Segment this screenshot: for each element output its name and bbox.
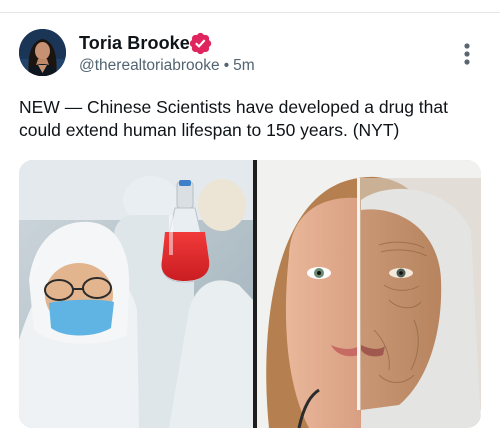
post-time[interactable]: 5m [233, 57, 255, 74]
post-image[interactable] [19, 160, 481, 428]
meta-separator: • [223, 57, 230, 74]
avatar[interactable] [19, 29, 66, 76]
verified-badge-icon [189, 32, 212, 55]
author-handle[interactable]: @therealtoriabrooke [79, 57, 220, 74]
more-options-icon[interactable] [458, 42, 476, 66]
top-divider [0, 12, 500, 13]
lab-scientist-photo [19, 160, 253, 428]
author-name[interactable]: Toria Brooke [79, 33, 190, 54]
post-meta: @therealtoriabrooke • 5m [79, 57, 255, 75]
aging-face-photo [257, 160, 481, 428]
post-text: NEW — Chinese Scientists have developed … [19, 97, 448, 140]
